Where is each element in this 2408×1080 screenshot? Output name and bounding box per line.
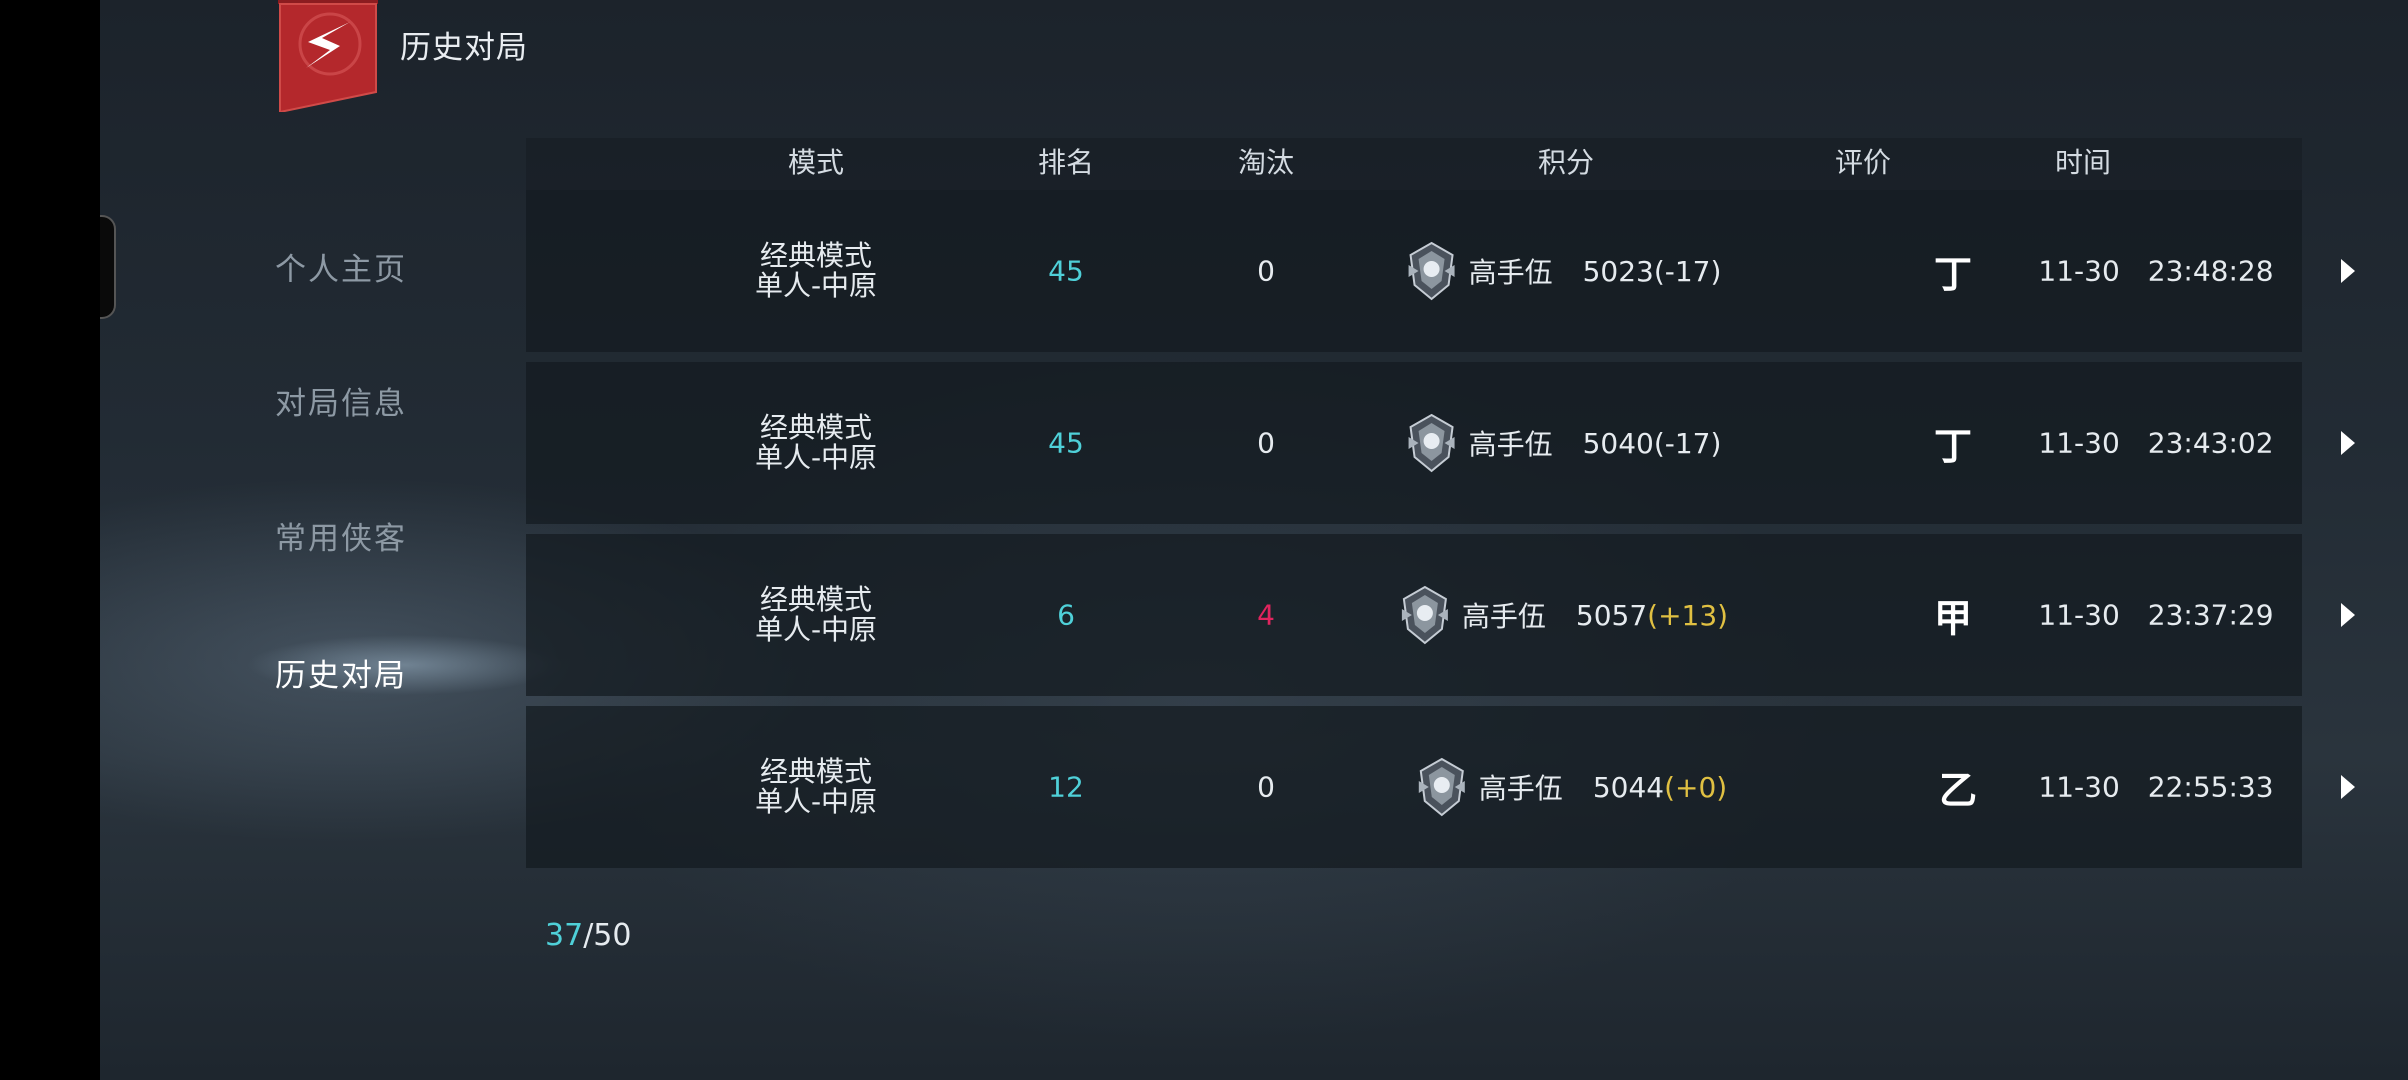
table-row[interactable]: 经典模式 单人-中原 12 0 高手伍 5044 (+0) 乙 11-30 22… <box>526 706 2355 868</box>
history-logo-icon <box>278 0 378 112</box>
match-time: 23:43:02 <box>2147 426 2274 460</box>
grade-value: 丁 <box>1933 251 1973 297</box>
score-value: 5044 <box>1592 770 1665 804</box>
table-row[interactable]: 经典模式 单人-中原 6 4 高手伍 5057 (+13) 甲 11-30 23… <box>526 534 2355 696</box>
rank-value: 45 <box>1048 254 1084 288</box>
tier-label: 高手伍 <box>1478 772 1563 805</box>
score-delta: (+13) <box>1647 598 1729 632</box>
mode-cell: 经典模式 单人-中原 <box>755 241 877 301</box>
match-date: 11-30 <box>2038 254 2120 288</box>
page-counter: 37/50 <box>545 918 631 953</box>
score-cell: 高手伍 5023 (-17) <box>1405 241 1722 301</box>
time-cell: 11-30 23:43:02 <box>2038 427 2273 460</box>
mode-name: 经典模式 <box>759 583 873 616</box>
total-count: 50 <box>593 918 632 953</box>
column-header-rating: 评价 <box>1834 146 1892 179</box>
table-row[interactable]: 经典模式 单人-中原 45 0 高手伍 5023 (-17) 丁 11-30 2… <box>526 190 2355 352</box>
column-header-eliminations: 淘汰 <box>1237 146 1295 179</box>
mode-map: 单人-中原 <box>754 269 878 302</box>
table-row[interactable]: 经典模式 单人-中原 45 0 高手伍 5040 (-17) 丁 11-30 2… <box>526 362 2355 524</box>
match-time: 23:37:29 <box>2147 598 2274 632</box>
mode-name: 经典模式 <box>759 239 873 272</box>
mode-map: 单人-中原 <box>754 785 878 818</box>
score-value: 5023 <box>1582 254 1654 288</box>
score-value: 5057 <box>1575 598 1648 632</box>
match-date: 11-30 <box>2038 426 2120 460</box>
grade-value: 丁 <box>1933 423 1973 469</box>
score-cell: 高手伍 5057 (+13) <box>1398 585 1728 645</box>
current-count: 37 <box>545 918 584 953</box>
score-cell: 高手伍 5040 (-17) <box>1405 413 1722 473</box>
column-header-time: 时间 <box>2054 146 2112 179</box>
elimination-value: 0 <box>1257 254 1275 288</box>
elimination-value: 0 <box>1257 426 1275 460</box>
sidebar-item-match-history[interactable]: 历史对局 <box>275 650 407 695</box>
page-separator: / <box>583 918 594 953</box>
column-header-rank: 排名 <box>1037 146 1095 179</box>
rank-value: 12 <box>1048 770 1084 804</box>
grade-value: 甲 <box>1933 595 1973 641</box>
play-arrow-icon[interactable] <box>2339 601 2357 629</box>
rank-value: 45 <box>1048 426 1084 460</box>
score-delta: (-17) <box>1653 426 1722 460</box>
score-cell: 高手伍 5044 (+0) <box>1415 757 1727 817</box>
mode-name: 经典模式 <box>759 411 873 444</box>
rank-badge-icon <box>1401 585 1448 645</box>
elimination-value: 0 <box>1257 770 1275 804</box>
time-cell: 11-30 22:55:33 <box>2038 771 2273 804</box>
column-header-mode: 模式 <box>787 146 845 179</box>
sidebar-item-match-info[interactable]: 对局信息 <box>275 378 407 423</box>
play-arrow-icon[interactable] <box>2339 773 2357 801</box>
tier-label: 高手伍 <box>1468 428 1553 461</box>
match-time: 22:55:33 <box>2147 770 2274 804</box>
time-cell: 11-30 23:37:29 <box>2038 599 2273 632</box>
rank-badge-icon <box>1408 413 1455 473</box>
play-arrow-icon[interactable] <box>2339 429 2357 457</box>
play-arrow-icon[interactable] <box>2339 257 2357 285</box>
time-cell: 11-30 23:48:28 <box>2038 255 2273 288</box>
column-header-score: 积分 <box>1537 146 1595 179</box>
match-date: 11-30 <box>2038 770 2120 804</box>
mode-map: 单人-中原 <box>754 613 878 646</box>
match-time: 23:48:28 <box>2147 254 2274 288</box>
rank-badge-icon <box>1418 757 1465 817</box>
mode-map: 单人-中原 <box>754 441 878 474</box>
score-value: 5040 <box>1582 426 1654 460</box>
rank-badge-icon <box>1408 241 1455 301</box>
game-screen: 历史对局 个人主页 对局信息 常用侠客 历史对局 模式 排名 淘汰 积分 评价 … <box>100 0 2408 1080</box>
grade-value: 乙 <box>1938 767 1978 813</box>
screen-bezel <box>100 215 116 319</box>
score-delta: (-17) <box>1653 254 1722 288</box>
tier-label: 高手伍 <box>1468 256 1553 289</box>
sidebar-item-profile[interactable]: 个人主页 <box>275 244 407 289</box>
mode-cell: 经典模式 单人-中原 <box>755 585 877 645</box>
match-date: 11-30 <box>2038 598 2120 632</box>
elimination-value: 4 <box>1257 598 1275 632</box>
score-delta: (+0) <box>1664 770 1728 804</box>
rank-value: 6 <box>1057 598 1075 632</box>
tier-label: 高手伍 <box>1461 600 1546 633</box>
page-title: 历史对局 <box>400 30 528 66</box>
mode-name: 经典模式 <box>759 755 873 788</box>
sidebar-item-favorite-heroes[interactable]: 常用侠客 <box>275 513 407 558</box>
mode-cell: 经典模式 单人-中原 <box>755 413 877 473</box>
mode-cell: 经典模式 单人-中原 <box>755 757 877 817</box>
